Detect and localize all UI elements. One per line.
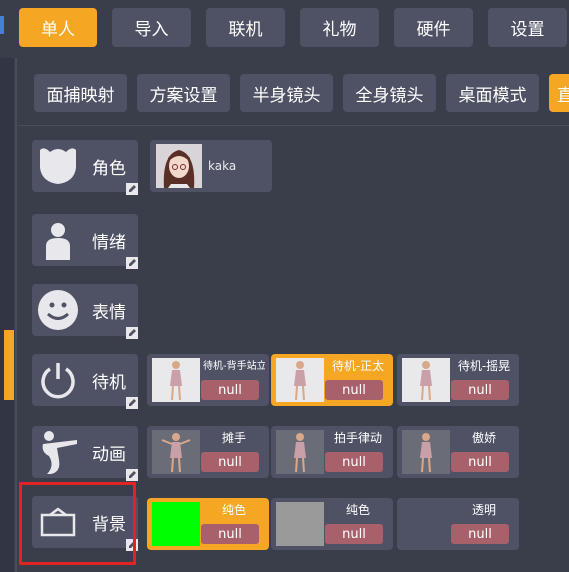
pose-thumbnail xyxy=(276,358,324,402)
color-swatch xyxy=(276,502,324,546)
category-label: 动画 xyxy=(92,444,126,465)
character-tile[interactable]: kaka xyxy=(150,140,272,192)
tab-gift[interactable]: 礼物 xyxy=(300,8,379,47)
tab-settings[interactable]: 设置 xyxy=(488,8,567,47)
idle-item-value[interactable]: null xyxy=(201,380,259,400)
category-expression[interactable]: 表情 xyxy=(32,284,138,339)
background-item-tile[interactable]: 纯色 null xyxy=(271,498,393,550)
color-swatch xyxy=(152,502,200,546)
tab-hardware[interactable]: 硬件 xyxy=(394,8,473,47)
animation-item-tile[interactable]: 拍手律动 null xyxy=(271,426,393,478)
edit-icon[interactable] xyxy=(126,254,138,269)
sub-tab-bar: 面捕映射 方案设置 半身镜头 全身镜头 桌面模式 直 xyxy=(18,58,569,120)
power-icon xyxy=(36,358,80,402)
idle-item-value[interactable]: null xyxy=(325,380,383,400)
background-item-name: 纯色 xyxy=(221,503,246,517)
left-sidebar-strip xyxy=(0,58,14,572)
pose-thumbnail xyxy=(152,358,200,402)
background-item-name: 透明 xyxy=(471,503,496,517)
animation-item-tile[interactable]: 傲娇 null xyxy=(397,426,519,478)
background-item-value[interactable]: null xyxy=(451,524,509,544)
background-item-tile-selected[interactable]: 纯色 null xyxy=(147,498,269,550)
edit-icon[interactable] xyxy=(126,180,138,195)
animation-item-value[interactable]: null xyxy=(201,452,259,472)
subtab-face-mapping[interactable]: 面捕映射 xyxy=(34,74,127,112)
pose-thumbnail xyxy=(402,358,450,402)
background-item-value[interactable]: null xyxy=(325,524,383,544)
sidebar-active-marker[interactable] xyxy=(4,330,14,400)
idle-item-name: 待机-摇晃 xyxy=(457,359,511,373)
category-label: 表情 xyxy=(92,302,126,323)
animation-item-name: 傲娇 xyxy=(471,431,496,445)
idle-item-tile-selected[interactable]: 待机-正太 null xyxy=(271,354,393,406)
idle-item-name: 待机-背手站立 xyxy=(203,361,265,372)
app-corner-icon xyxy=(0,16,4,34)
subtab-cutoff[interactable]: 直 xyxy=(549,74,569,112)
pose-thumbnail xyxy=(152,430,200,474)
subtab-scheme-settings[interactable]: 方案设置 xyxy=(137,74,230,112)
category-label: 角色 xyxy=(92,158,126,179)
animation-item-value[interactable]: null xyxy=(325,452,383,472)
edit-icon[interactable] xyxy=(126,324,138,339)
background-item-tile[interactable]: 透明 null xyxy=(397,498,519,550)
animation-item-name: 拍手律动 xyxy=(333,431,382,445)
animation-item-tile[interactable]: 摊手 null xyxy=(147,426,269,478)
background-item-value[interactable]: null xyxy=(201,524,259,544)
character-name: kaka xyxy=(208,159,237,173)
edit-icon[interactable] xyxy=(126,394,138,409)
tab-import[interactable]: 导入 xyxy=(112,8,191,47)
category-character[interactable]: 角色 xyxy=(32,140,138,195)
selection-highlight-box xyxy=(19,482,136,565)
category-label: 待机 xyxy=(92,372,126,393)
idle-item-name: 待机-正太 xyxy=(331,359,385,373)
subtab-desktop-mode[interactable]: 桌面模式 xyxy=(446,74,539,112)
character-face-icon xyxy=(36,144,80,188)
category-idle[interactable]: 待机 xyxy=(32,354,138,409)
animation-item-value[interactable]: null xyxy=(451,452,509,472)
tab-single[interactable]: 单人 xyxy=(19,8,97,47)
section-divider xyxy=(18,125,569,126)
vertical-divider xyxy=(15,58,17,572)
pose-thumbnail xyxy=(402,430,450,474)
tab-online[interactable]: 联机 xyxy=(206,8,285,47)
category-animation[interactable]: 动画 xyxy=(32,426,138,481)
character-avatar xyxy=(156,144,202,188)
animation-item-name: 摊手 xyxy=(221,431,246,445)
person-icon xyxy=(36,218,80,262)
category-label: 情绪 xyxy=(92,232,126,253)
category-mood[interactable]: 情绪 xyxy=(32,214,138,269)
dance-pose-icon xyxy=(36,430,80,474)
idle-item-value[interactable]: null xyxy=(451,380,509,400)
top-tab-bar: 单人 导入 联机 礼物 硬件 设置 xyxy=(0,0,569,58)
background-item-name: 纯色 xyxy=(345,503,370,517)
idle-item-tile[interactable]: 待机-背手站立 null xyxy=(147,354,269,406)
subtab-full-body-camera[interactable]: 全身镜头 xyxy=(343,74,436,112)
edit-icon[interactable] xyxy=(126,466,138,481)
subtab-half-body-camera[interactable]: 半身镜头 xyxy=(240,74,333,112)
pose-thumbnail xyxy=(276,430,324,474)
smiley-icon xyxy=(36,288,80,332)
idle-item-tile[interactable]: 待机-摇晃 null xyxy=(397,354,519,406)
